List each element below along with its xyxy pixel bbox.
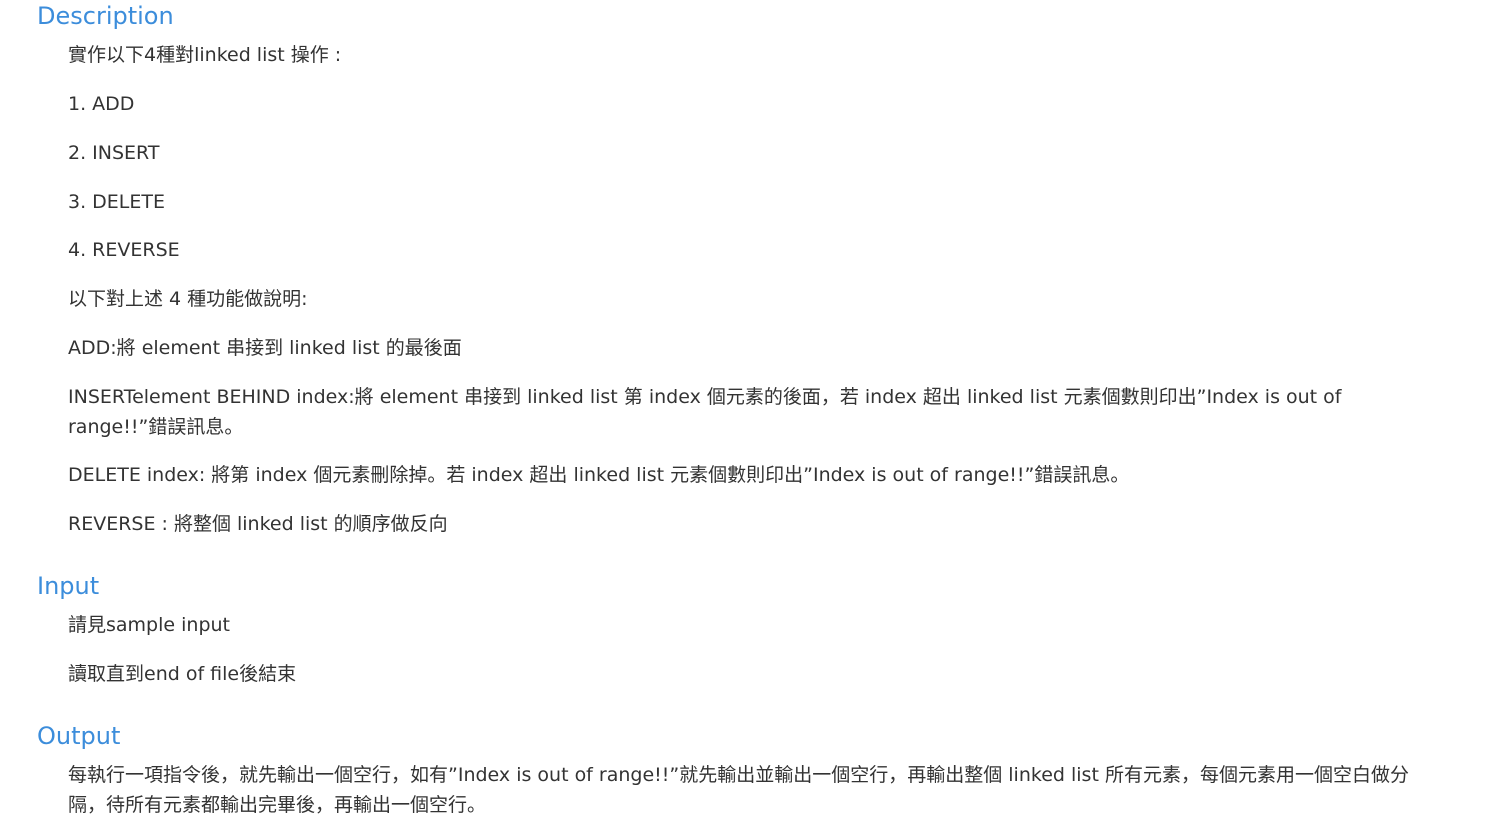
delete-explanation: DELETE index: 將第 index 個元素刪除掉。若 index 超出… — [68, 464, 1130, 486]
input-heading: Input — [37, 572, 100, 600]
problem-statement: Description 實作以下4種對linked list 操作 : 1. A… — [0, 0, 1494, 831]
operation-item-insert: 2. INSERT — [68, 142, 160, 164]
description-intro: 實作以下4種對linked list 操作 : — [68, 44, 342, 66]
output-line-1: 每執行一項指令後，就先輸出一個空行，如有”Index is out of ran… — [68, 764, 1409, 816]
insert-explanation: INSERTelement BEHIND index:將 element 串接到… — [68, 386, 1342, 438]
input-line-1: 請見sample input — [68, 614, 230, 636]
operation-item-add: 1. ADD — [68, 93, 135, 115]
output-heading: Output — [37, 722, 121, 750]
operation-item-delete: 3. DELETE — [68, 191, 166, 213]
input-line-2: 讀取直到end of file後結束 — [68, 663, 297, 685]
operation-item-reverse: 4. REVERSE — [68, 239, 180, 261]
description-heading: Description — [37, 2, 174, 30]
explain-heading: 以下對上述 4 種功能做說明: — [68, 288, 308, 310]
add-explanation: ADD:將 element 串接到 linked list 的最後面 — [68, 337, 462, 359]
reverse-explanation: REVERSE : 將整個 linked list 的順序做反向 — [68, 513, 448, 535]
